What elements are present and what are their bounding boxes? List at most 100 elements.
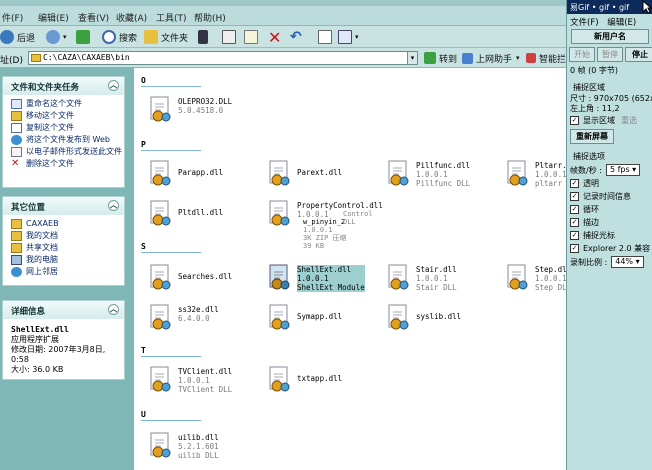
undo-icon: ↶ — [290, 29, 302, 45]
file-item-shellext-selected[interactable]: ShellExt.dll 1.0.0.1 ShellExt Module — [253, 262, 371, 298]
place-my-computer[interactable]: 我的电脑 — [3, 254, 124, 266]
back-label: 后退 — [17, 33, 36, 44]
start-button[interactable]: 开始 — [569, 47, 595, 62]
scale-select[interactable]: 录制比例 : 44% ▾ — [567, 255, 652, 269]
details-header[interactable]: 详细信息 ︿ — [3, 301, 124, 319]
search-button[interactable]: 搜索 — [102, 29, 137, 45]
record-time-checkbox[interactable]: ✓ 记录时间信息 — [567, 190, 652, 203]
folders-button[interactable]: 文件夹 — [144, 29, 188, 45]
fps-select[interactable]: 帧数/秒 : 5 fps ▾ — [567, 163, 652, 177]
task-copy[interactable]: 复制这个文件 — [3, 122, 124, 134]
views-button[interactable]: ▾ — [338, 29, 359, 45]
dll-gear-icon — [150, 432, 171, 458]
task-rename[interactable]: 重命名这个文件 — [3, 98, 124, 110]
file-item-uilib[interactable]: uilib.dll 5.2.1.601 uilib DLL — [134, 430, 252, 466]
collapse-chevron-icon[interactable]: ︿ — [108, 200, 119, 211]
show-area-checkbox[interactable]: ✓ 显示区域 重选 — [567, 114, 652, 127]
upload-helper-button[interactable]: 上网助手 ▾ — [462, 50, 520, 66]
border-checkbox[interactable]: ✓ 描边 — [567, 216, 652, 229]
details-panel: 详细信息 ︿ ShellExt.dll 应用程序扩展 修改日期: 2007年3月… — [2, 300, 125, 380]
task-move[interactable]: 移动这个文件 — [3, 110, 124, 122]
place-shared-documents[interactable]: 共享文档 — [3, 242, 124, 254]
menu-tools[interactable]: 工具(T) — [156, 11, 187, 24]
task-email[interactable]: 以电子邮件形式发送此文件 — [3, 146, 124, 158]
task-delete[interactable]: ✕ 删除这个文件 — [3, 158, 124, 170]
file-item-pltarr[interactable]: Pltarr.dll1.0.0.1pltarr D — [491, 158, 568, 194]
recorder-menu-file[interactable]: 文件(F) — [570, 18, 599, 28]
back-button[interactable]: 后退 — [0, 29, 35, 45]
dll-gear-icon — [507, 160, 528, 186]
frame-count: 0 帧 (0 字节) — [570, 66, 619, 75]
stop-button[interactable]: 停止 — [625, 47, 652, 62]
collapse-chevron-icon[interactable]: ︿ — [108, 304, 119, 315]
task-publish-web[interactable]: 将这个文件发布到 Web — [3, 134, 124, 146]
details-title: 详细信息 — [11, 307, 46, 317]
cut-button[interactable] — [198, 29, 211, 45]
file-item-parext[interactable]: Parext.dll — [253, 158, 371, 194]
file-list-view: O OLEPRO32.DLL 5.0.4518.0 P Parapp.dll Pa… — [134, 68, 568, 470]
dll-gear-icon — [269, 366, 290, 392]
menu-favorites[interactable]: 收藏(A) — [116, 11, 147, 24]
new-user-button[interactable]: 新用户名 — [571, 29, 649, 44]
file-item-olepro32[interactable]: OLEPRO32.DLL 5.0.4518.0 — [134, 94, 252, 130]
capture-cursor-checkbox[interactable]: ✓ 捕捉光标 — [567, 229, 652, 242]
menu-view[interactable]: 查看(V) — [78, 11, 109, 24]
file-item-parapp[interactable]: Parapp.dll — [134, 158, 252, 194]
folders-label: 文件夹 — [161, 33, 189, 44]
menu-help[interactable]: 帮助(H) — [194, 11, 226, 24]
explorer-compat-checkbox[interactable]: ✓ Explorer 2.0 兼容 — [567, 242, 652, 255]
toolbar: 后退 ▾ 搜索 文件夹 ✕ ↶ ▾ — [0, 26, 568, 48]
file-item-searches[interactable]: Searches.dll — [134, 262, 252, 298]
delete-x-icon: ✕ — [11, 158, 20, 169]
transparent-checkbox[interactable]: ✓ 透明 — [567, 177, 652, 190]
undo-button[interactable]: ↶ — [290, 29, 302, 45]
paste-button[interactable] — [244, 29, 261, 45]
file-item-syslib[interactable]: syslib.dll — [372, 302, 490, 338]
file-version: 1.0.0.1 — [416, 170, 448, 179]
block-icon — [526, 53, 536, 63]
file-item-ss32e[interactable]: ss32e.dll 6.4.0.0 — [134, 302, 252, 338]
file-item-step[interactable]: Step.dll 1.0.0.1 Step DLL — [491, 262, 568, 298]
file-tasks-header[interactable]: 文件和文件夹任务 ︿ — [3, 77, 124, 95]
fps-dropdown[interactable]: 5 fps ▾ — [605, 164, 641, 176]
file-description: ShellExt Module — [297, 283, 365, 292]
group-header-s: S — [141, 242, 146, 251]
file-item-tvclient[interactable]: TVClient.dll 1.0.0.1 TVClient DLL — [134, 364, 252, 400]
file-item-propertycontrol[interactable]: PropertyControl.dll 1.0.0.1 w_pinyin_2 1.… — [253, 198, 383, 250]
delete-button[interactable]: ✕ — [268, 28, 281, 47]
copy-button[interactable] — [222, 29, 239, 45]
place-caxaeb[interactable]: CAXAEB — [3, 218, 124, 230]
file-item-symapp[interactable]: Symapp.dll — [253, 302, 371, 338]
menu-file[interactable]: 件(F) — [2, 11, 23, 24]
reset-screen-button[interactable]: 重新屏幕 — [570, 129, 614, 144]
dll-gear-icon — [150, 304, 171, 330]
recorder-title[interactable]: 易Gif • gif • gif — [567, 0, 652, 14]
place-my-documents[interactable]: 我的文档 — [3, 230, 124, 242]
loop-checkbox[interactable]: ✓ 循环 — [567, 203, 652, 216]
properties-button[interactable] — [318, 29, 335, 45]
smart-block-button[interactable]: 智能拦 — [526, 50, 566, 66]
search-label: 搜索 — [119, 33, 138, 44]
file-item-pillfunc[interactable]: Pillfunc.dll 1.0.0.1 Pillfunc DLL — [372, 158, 490, 194]
address-input[interactable]: C:\CAZA\CAXAEB\bin — [28, 51, 418, 65]
file-name: Symapp.dll — [297, 312, 343, 321]
dll-gear-icon — [507, 264, 528, 290]
scale-dropdown[interactable]: 44% ▾ — [611, 256, 644, 268]
address-dropdown[interactable]: ▾ — [407, 51, 418, 65]
file-item-stair[interactable]: Stair.dll 1.0.0.1 Stair DLL — [372, 262, 490, 298]
other-places-header[interactable]: 其它位置 ︿ — [3, 197, 124, 215]
dll-gear-icon — [388, 160, 409, 186]
place-network[interactable]: 网上邻居 — [3, 266, 124, 278]
forward-button[interactable]: ▾ — [46, 29, 67, 45]
menu-edit[interactable]: 编辑(E) — [38, 11, 69, 24]
collapse-chevron-icon[interactable]: ︿ — [108, 80, 119, 91]
up-folder-button[interactable] — [76, 29, 93, 45]
file-item-txtapp[interactable]: txtapp.dll — [253, 364, 371, 400]
go-button[interactable]: 转到 — [424, 50, 457, 66]
file-version: 1.0.0.1 — [178, 376, 210, 385]
file-version: 5.0.4518.0 — [178, 106, 224, 115]
pause-button[interactable]: 暂停 — [597, 47, 623, 62]
reselect-button[interactable]: 重选 — [621, 115, 637, 126]
file-item-pltdll[interactable]: Pltdll.dll — [134, 198, 252, 234]
recorder-menu-edit[interactable]: 编辑(E) — [607, 18, 636, 28]
